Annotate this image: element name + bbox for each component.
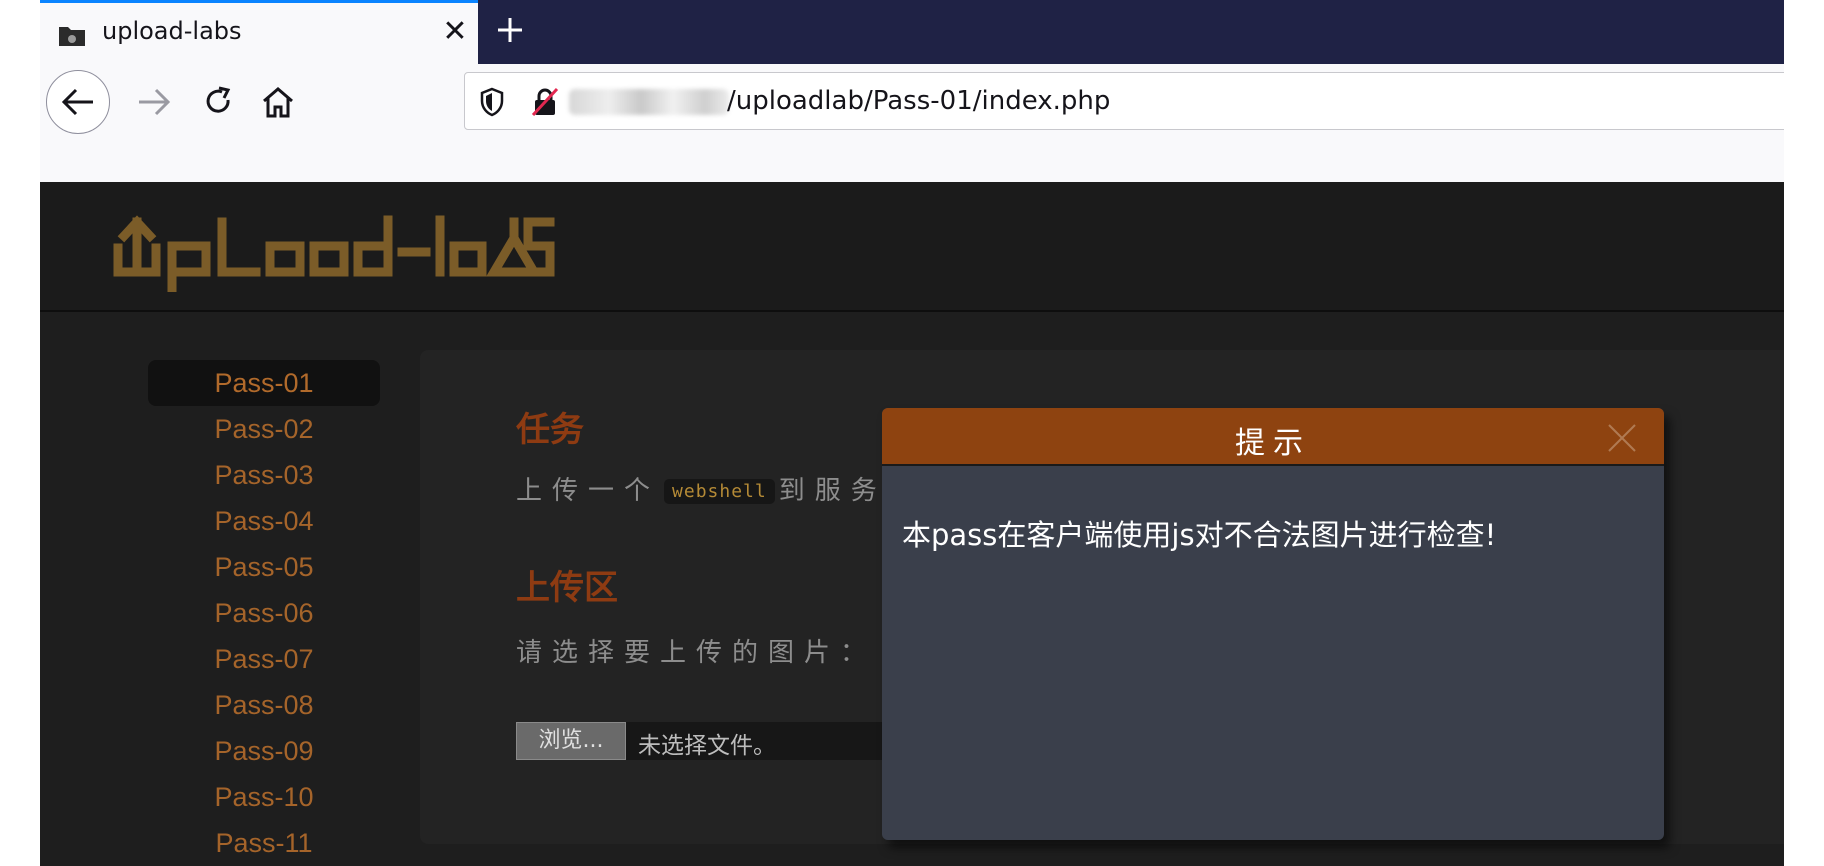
sidebar-item-pass-11[interactable]: Pass-11 <box>148 820 380 866</box>
browse-button[interactable]: 浏览... <box>516 722 626 760</box>
pass-list: Pass-01 Pass-02 Pass-03 Pass-04 Pass-05 … <box>148 360 380 866</box>
tab-strip: upload-labs ✕ <box>40 0 1784 64</box>
tab-title: upload-labs <box>102 17 242 45</box>
task-code: webshell <box>664 479 775 504</box>
alert-dialog: 提示 本pass在客户端使用js对不合法图片进行检查! <box>882 408 1664 840</box>
close-icon[interactable]: ✕ <box>440 17 470 47</box>
folder-icon <box>59 27 85 46</box>
dialog-header: 提示 <box>882 408 1664 466</box>
home-icon <box>263 87 293 118</box>
task-heading: 任务 <box>516 410 584 450</box>
reload-icon <box>206 86 231 113</box>
sidebar-item-pass-09[interactable]: Pass-09 <box>148 728 380 774</box>
close-icon[interactable] <box>1606 422 1638 454</box>
sidebar-item-pass-08[interactable]: Pass-08 <box>148 682 380 728</box>
dialog-title: 提示 <box>1235 426 1311 461</box>
site-logo <box>113 215 555 292</box>
sidebar-item-pass-03[interactable]: Pass-03 <box>148 452 380 498</box>
browser-window: upload-labs ✕ /uploadlab/Pass-01/index.p… <box>40 0 1784 866</box>
reload-button[interactable] <box>190 74 246 130</box>
url-text[interactable]: /uploadlab/Pass-01/index.php <box>727 86 1110 116</box>
arrow-left-icon <box>61 88 93 116</box>
sidebar-item-pass-04[interactable]: Pass-04 <box>148 498 380 544</box>
url-host-redacted <box>569 89 729 115</box>
sidebar-item-pass-06[interactable]: Pass-06 <box>148 590 380 636</box>
navigation-bar: /uploadlab/Pass-01/index.php <box>40 64 1784 182</box>
back-button[interactable] <box>46 70 110 134</box>
upload-prompt: 请选择要上传的图片： <box>516 638 877 668</box>
plus-icon[interactable] <box>490 10 530 50</box>
task-text-after: 到服务 <box>778 476 887 506</box>
sidebar-item-pass-05[interactable]: Pass-05 <box>148 544 380 590</box>
task-text-before: 上传一个 <box>516 476 661 506</box>
shield-icon[interactable] <box>479 87 505 117</box>
tab-upload-labs[interactable]: upload-labs ✕ <box>40 0 478 64</box>
arrow-right-icon <box>139 88 171 116</box>
dialog-message: 本pass在客户端使用js对不合法图片进行检查! <box>902 518 1497 552</box>
sidebar-item-pass-02[interactable]: Pass-02 <box>148 406 380 452</box>
forward-button[interactable] <box>126 74 182 130</box>
url-bar[interactable]: /uploadlab/Pass-01/index.php <box>464 72 1784 130</box>
task-description: 上传一个 webshell 到服务 <box>516 470 887 507</box>
insecure-lock-icon[interactable] <box>531 87 559 117</box>
file-input: 浏览... 未选择文件。 <box>516 722 936 760</box>
upload-heading: 上传区 <box>516 568 618 608</box>
sidebar-item-pass-07[interactable]: Pass-07 <box>148 636 380 682</box>
sidebar-item-pass-10[interactable]: Pass-10 <box>148 774 380 820</box>
file-status: 未选择文件。 <box>638 733 776 759</box>
home-button[interactable] <box>250 74 306 130</box>
sidebar-item-pass-01[interactable]: Pass-01 <box>148 360 380 406</box>
site-header <box>40 182 1784 312</box>
